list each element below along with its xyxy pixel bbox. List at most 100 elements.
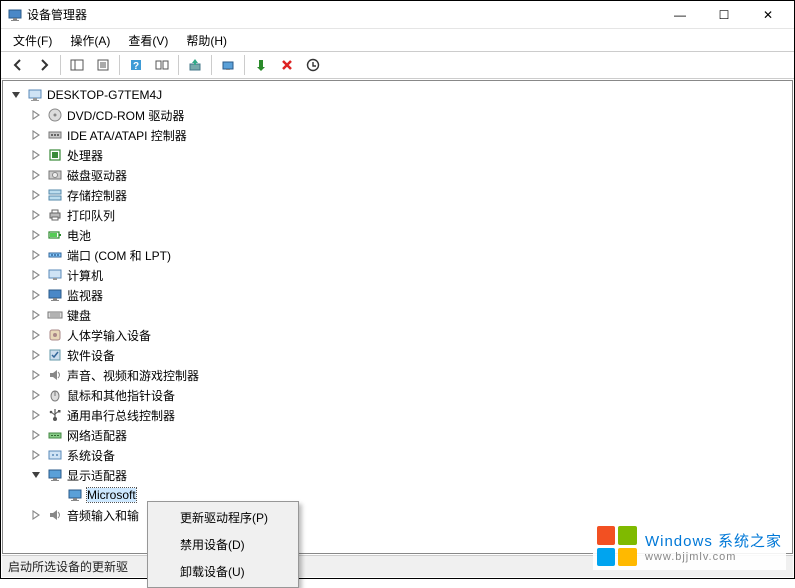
tree-category-sound[interactable]: 声音、视频和游戏控制器 (7, 365, 792, 385)
expander-icon[interactable] (29, 168, 43, 182)
windows-logo-icon (597, 526, 637, 566)
update-driver-button[interactable] (183, 53, 207, 77)
tree-category-ide[interactable]: IDE ATA/ATAPI 控制器 (7, 125, 792, 145)
tree-category-printq[interactable]: 打印队列 (7, 205, 792, 225)
minimize-button[interactable]: — (658, 2, 702, 28)
expander-icon[interactable] (29, 128, 43, 142)
expander-icon[interactable] (29, 208, 43, 222)
help-button[interactable]: ? (124, 53, 148, 77)
display-icon (47, 467, 63, 483)
scan-hardware-button[interactable] (216, 53, 240, 77)
menu-help[interactable]: 帮助(H) (178, 30, 235, 51)
tree-category-label: 端口 (COM 和 LPT) (67, 247, 171, 264)
uninstall-device-button[interactable] (275, 53, 299, 77)
toolbar-separator (119, 55, 120, 75)
expander-placeholder (49, 488, 63, 502)
expander-icon[interactable] (29, 508, 43, 522)
tree-category-diskdrv[interactable]: 磁盘驱动器 (7, 165, 792, 185)
tree-category-sysdev[interactable]: 系统设备 (7, 445, 792, 465)
menu-file[interactable]: 文件(F) (5, 30, 60, 51)
tree-category-battery[interactable]: 电池 (7, 225, 792, 245)
tree-category-cpu[interactable]: 处理器 (7, 145, 792, 165)
expander-icon[interactable] (29, 408, 43, 422)
show-hide-tree-button[interactable] (65, 53, 89, 77)
tree-category-usb[interactable]: 通用串行总线控制器 (7, 405, 792, 425)
expander-icon[interactable] (29, 388, 43, 402)
expander-icon[interactable] (29, 268, 43, 282)
expander-icon[interactable] (29, 188, 43, 202)
toolbar-separator (60, 55, 61, 75)
ctx-uninstall-device[interactable]: 卸载设备(U) (150, 558, 296, 585)
tree-category-label: 磁盘驱动器 (67, 167, 127, 184)
usb-icon (47, 407, 63, 423)
ctx-update-driver[interactable]: 更新驱动程序(P) (150, 504, 296, 531)
expander-icon[interactable] (29, 368, 43, 382)
tree-category-netadp[interactable]: 网络适配器 (7, 425, 792, 445)
toolbar: ? (1, 51, 794, 79)
tree-category-label: 软件设备 (67, 347, 115, 364)
svg-text:?: ? (133, 61, 139, 72)
tree-category-display[interactable]: 显示适配器 (7, 465, 792, 485)
port-icon (47, 247, 63, 263)
tree-category-ports[interactable]: 端口 (COM 和 LPT) (7, 245, 792, 265)
tree-category-label: 系统设备 (67, 447, 115, 464)
tree-category-label: 存储控制器 (67, 187, 127, 204)
menu-action[interactable]: 操作(A) (62, 30, 118, 51)
watermark-line2: www.bjjmlv.com (645, 551, 782, 563)
expander-icon[interactable] (29, 468, 43, 482)
expander-icon[interactable] (29, 108, 43, 122)
speaker-icon (47, 367, 63, 383)
pc-icon (47, 267, 63, 283)
expander-icon[interactable] (29, 148, 43, 162)
expander-icon[interactable] (29, 348, 43, 362)
tree-category-mouse[interactable]: 鼠标和其他指针设备 (7, 385, 792, 405)
hid-icon (47, 327, 63, 343)
close-button[interactable]: ✕ (746, 2, 790, 28)
tree-category-label: 计算机 (67, 267, 103, 284)
tree-category-dvd[interactable]: DVD/CD-ROM 驱动器 (7, 105, 792, 125)
enable-device-button[interactable] (249, 53, 273, 77)
tree-category-label: IDE ATA/ATAPI 控制器 (67, 127, 187, 144)
network-icon (47, 427, 63, 443)
tree-root-label: DESKTOP-G7TEM4J (47, 88, 162, 102)
tree-category-storage[interactable]: 存储控制器 (7, 185, 792, 205)
tree-category-keyboard[interactable]: 键盘 (7, 305, 792, 325)
expander-icon[interactable] (29, 448, 43, 462)
tree-category-label: 电池 (67, 227, 91, 244)
controller-icon (47, 127, 63, 143)
forward-button[interactable] (32, 53, 56, 77)
app-icon (7, 7, 23, 23)
display-icon (67, 487, 83, 503)
tree-category-label: 键盘 (67, 307, 91, 324)
disable-device-button[interactable] (301, 53, 325, 77)
tree-category-computer[interactable]: 计算机 (7, 265, 792, 285)
disc-icon (47, 107, 63, 123)
tree-category-softdev[interactable]: 软件设备 (7, 345, 792, 365)
expander-icon[interactable] (29, 428, 43, 442)
tree-category-hid[interactable]: 人体学输入设备 (7, 325, 792, 345)
expander-icon[interactable] (29, 288, 43, 302)
expander-icon[interactable] (29, 328, 43, 342)
device-tree-panel[interactable]: DESKTOP-G7TEM4J DVD/CD-ROM 驱动器 IDE ATA/AT… (2, 80, 793, 554)
action-button[interactable] (150, 53, 174, 77)
ctx-disable-device[interactable]: 禁用设备(D) (150, 531, 296, 558)
title-bar: 设备管理器 — ☐ ✕ (1, 1, 794, 29)
speaker-icon (47, 507, 63, 523)
tree-category-label: 处理器 (67, 147, 103, 164)
window-controls: — ☐ ✕ (658, 2, 790, 28)
mouse-icon (47, 387, 63, 403)
context-menu: 更新驱动程序(P) 禁用设备(D) 卸载设备(U) (147, 501, 299, 588)
tree-device-msbasic[interactable]: Microsoft (7, 485, 792, 505)
watermark: Windows 系统之家 www.bjjmlv.com (593, 522, 786, 570)
expander-icon[interactable] (29, 248, 43, 262)
maximize-button[interactable]: ☐ (702, 2, 746, 28)
back-button[interactable] (6, 53, 30, 77)
tree-category-monitor[interactable]: 监视器 (7, 285, 792, 305)
expander-icon[interactable] (29, 308, 43, 322)
keyboard-icon (47, 307, 63, 323)
properties-button[interactable] (91, 53, 115, 77)
tree-root[interactable]: DESKTOP-G7TEM4J (7, 85, 792, 105)
menu-view[interactable]: 查看(V) (120, 30, 176, 51)
expander-icon[interactable] (29, 228, 43, 242)
expander-icon[interactable] (9, 88, 23, 102)
